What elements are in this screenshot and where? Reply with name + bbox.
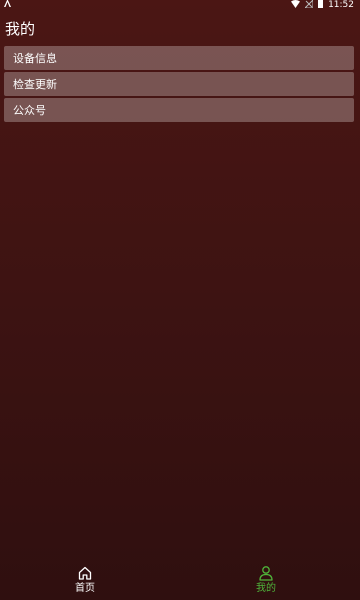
battery-icon [318, 0, 324, 12]
menu-item-label: 设备信息 [13, 52, 57, 65]
tab-mine-label: 我的 [256, 583, 276, 594]
menu-list: 设备信息 检查更新 公众号 [4, 46, 354, 124]
status-time: 11:52 [328, 0, 354, 10]
home-icon [77, 565, 93, 581]
tab-home-label: 首页 [75, 583, 95, 594]
tab-mine[interactable]: 我的 [221, 560, 311, 600]
menu-item-label: 公众号 [13, 104, 46, 117]
signal-off-icon [303, 0, 314, 12]
menu-item-official-account[interactable]: 公众号 [4, 98, 354, 122]
bottom-tab-bar: 首页 我的 [0, 560, 360, 600]
person-icon [258, 565, 274, 581]
android-notification-icon [4, 0, 11, 11]
wifi-icon [291, 0, 301, 12]
page-title: 我的 [5, 20, 36, 38]
menu-item-label: 检查更新 [13, 78, 57, 91]
status-icons: 11:52 [291, 0, 354, 12]
status-bar: 11:52 [0, 0, 360, 10]
tab-home[interactable]: 首页 [40, 560, 130, 600]
menu-item-check-update[interactable]: 检查更新 [4, 72, 354, 96]
menu-item-device-info[interactable]: 设备信息 [4, 46, 354, 70]
